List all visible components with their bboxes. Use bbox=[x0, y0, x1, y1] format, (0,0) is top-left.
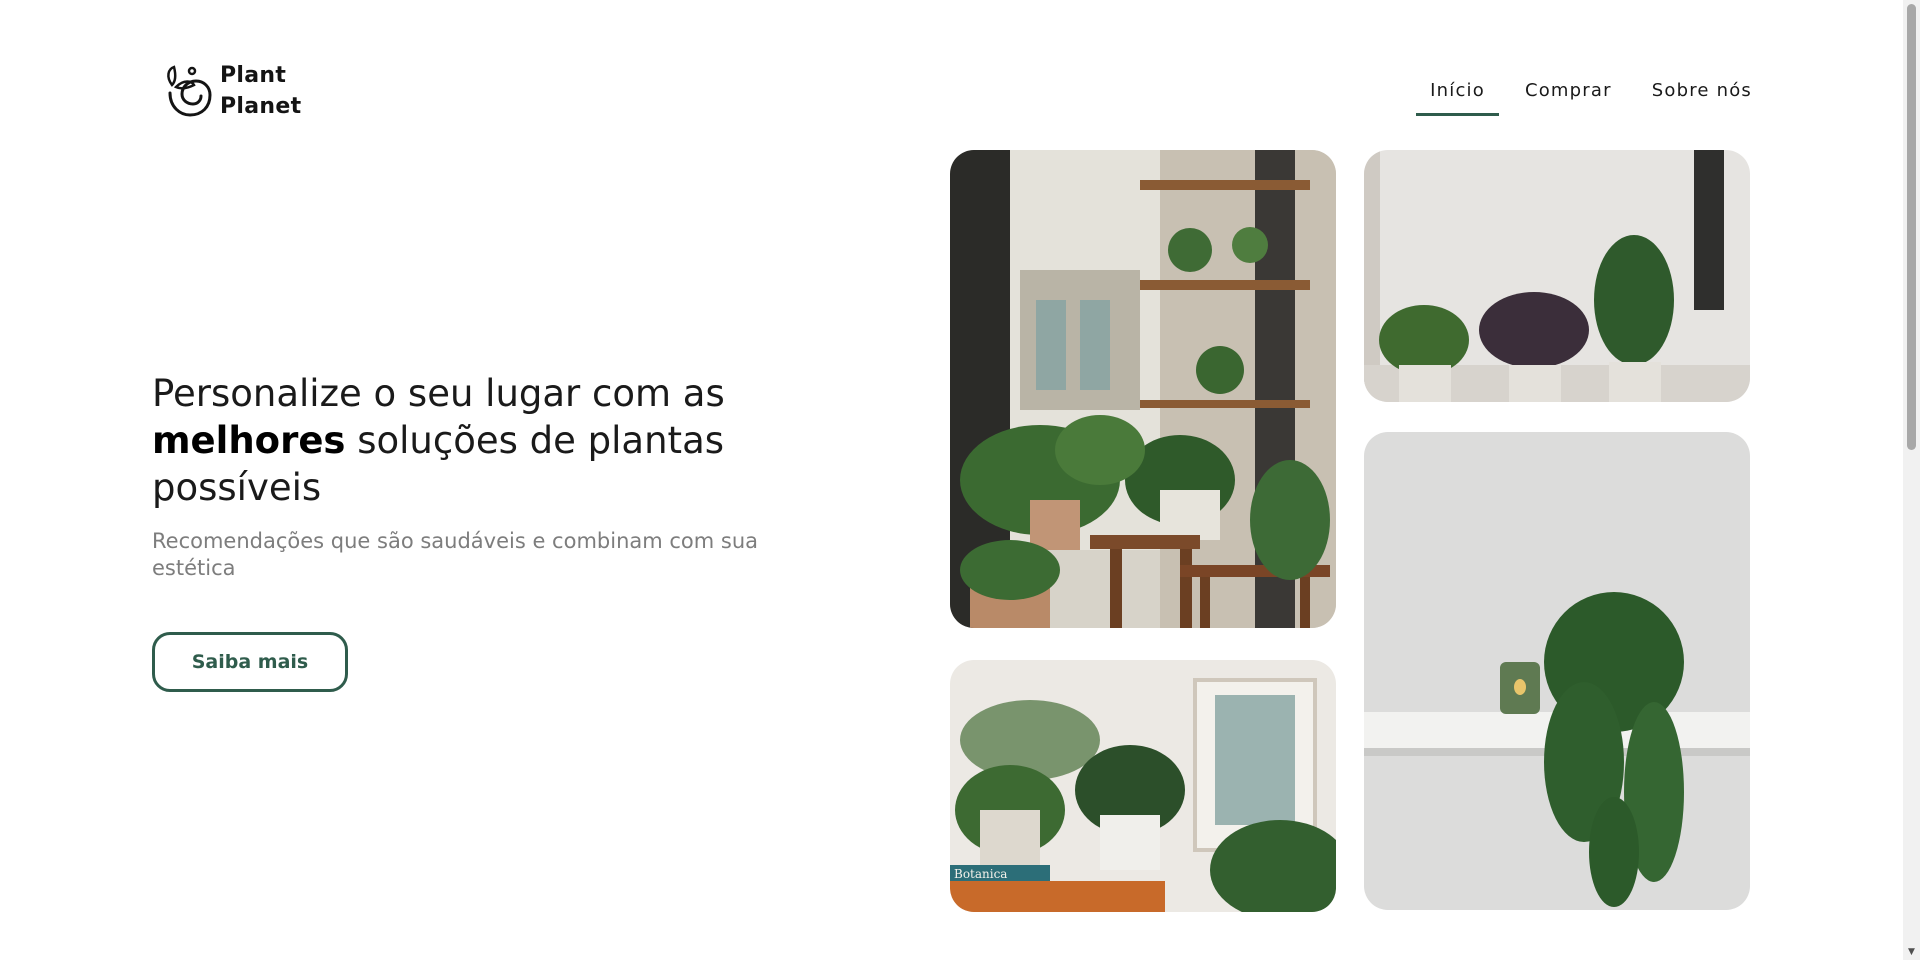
hero-title-part1: Personalize o seu lugar com as bbox=[152, 372, 725, 415]
nav-item-sobre-nos[interactable]: Sobre nós bbox=[1638, 78, 1766, 116]
nav-item-inicio[interactable]: Início bbox=[1416, 78, 1499, 116]
hero-subtitle: Recomendações que são saudáveis e combin… bbox=[152, 529, 759, 580]
page: Plant Planet Início Comprar Sobre nós Pe… bbox=[0, 0, 1920, 960]
scroll-down-icon[interactable]: ▼ bbox=[1903, 944, 1920, 960]
leaf-bowl-icon bbox=[167, 65, 212, 117]
page-scrollbar[interactable]: ▼ bbox=[1903, 0, 1920, 960]
photo-plant-shelf-corner: Botanica bbox=[950, 660, 1336, 912]
brand-name-line2: Planet bbox=[220, 94, 302, 119]
nav-item-comprar[interactable]: Comprar bbox=[1511, 78, 1626, 116]
hero-title: Personalize o seu lugar com as melhores s… bbox=[152, 370, 852, 511]
brand-name-line1: Plant bbox=[220, 63, 287, 88]
photo-cafe-plants bbox=[950, 150, 1336, 628]
main-nav: Início Comprar Sobre nós bbox=[1404, 78, 1766, 116]
learn-more-button[interactable]: Saiba mais bbox=[152, 632, 348, 692]
photo-potted-plants-row bbox=[1364, 150, 1750, 402]
scrollbar-thumb[interactable] bbox=[1907, 4, 1916, 450]
book-label: Botanica bbox=[954, 867, 1007, 881]
hero-title-bold: melhores bbox=[152, 419, 346, 462]
photo-hanging-plant-shelf bbox=[1364, 432, 1750, 910]
brand-logo[interactable]: Plant Planet bbox=[162, 60, 301, 122]
